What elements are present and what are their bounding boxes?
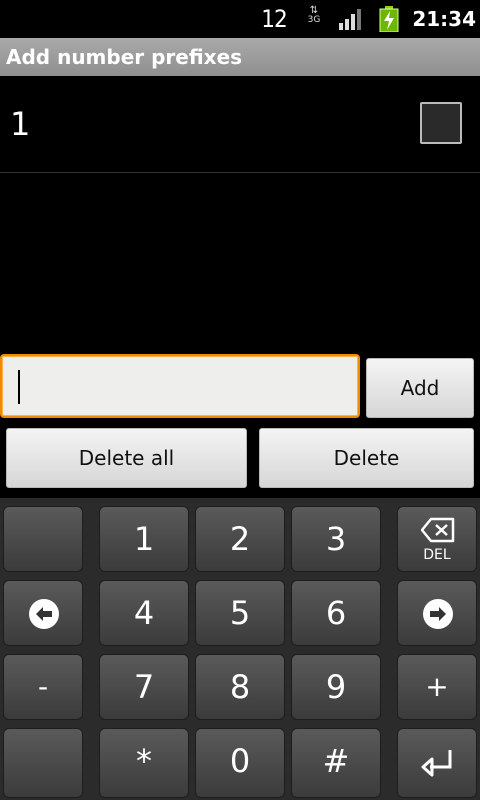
- key-label: 3: [325, 520, 347, 558]
- data-activity-icon: ⇅ 3G: [304, 6, 324, 32]
- key-0[interactable]: 0: [195, 728, 285, 798]
- left-arrow-icon: [29, 599, 59, 629]
- key-8[interactable]: 8: [195, 654, 285, 720]
- backspace-icon: [421, 517, 455, 543]
- cursor-left-key[interactable]: [3, 580, 83, 646]
- key-7[interactable]: 7: [99, 654, 189, 720]
- notification-count-badge: 12: [258, 6, 290, 32]
- key-3[interactable]: 3: [291, 506, 381, 572]
- list-item[interactable]: 1: [0, 76, 480, 173]
- key-label: 7: [133, 668, 155, 706]
- key-label: 4: [133, 594, 155, 632]
- key-label: 2: [229, 520, 251, 558]
- key-label: 9: [325, 668, 347, 706]
- key-1[interactable]: 1: [99, 506, 189, 572]
- page-title: Add number prefixes: [6, 45, 243, 69]
- status-bar: 12 ⇅ 3G 21:34: [0, 0, 480, 38]
- add-button[interactable]: Add: [366, 358, 474, 418]
- key-2[interactable]: 2: [195, 506, 285, 572]
- key-star[interactable]: *: [99, 728, 189, 798]
- delete-key-label: DEL: [423, 547, 451, 563]
- text-cursor: [18, 370, 20, 404]
- title-bar: Add number prefixes: [0, 38, 480, 76]
- prefix-list: 1: [0, 76, 480, 356]
- key-label: 1: [133, 520, 155, 558]
- key-label: #: [322, 742, 350, 780]
- enter-key[interactable]: [397, 728, 477, 798]
- right-arrow-icon: [423, 599, 453, 629]
- key-label: -: [37, 670, 49, 703]
- key-label: 8: [229, 668, 251, 706]
- status-time: 21:34: [412, 7, 476, 31]
- key-6[interactable]: 6: [291, 580, 381, 646]
- prefix-input-container[interactable]: [0, 354, 360, 418]
- key-label: +: [425, 670, 449, 703]
- key-5[interactable]: 5: [195, 580, 285, 646]
- key-label: *: [136, 742, 152, 780]
- delete-button[interactable]: Delete: [259, 428, 474, 488]
- delete-key[interactable]: DEL: [397, 506, 477, 572]
- numeric-keyboard: 1 2 3 DEL 4 5 6 - 7 8 9 + * 0 #: [0, 498, 480, 800]
- key-label: 5: [229, 594, 251, 632]
- cursor-right-key[interactable]: [397, 580, 477, 646]
- list-item-checkbox[interactable]: [420, 102, 462, 144]
- key-9[interactable]: 9: [291, 654, 381, 720]
- key-plus[interactable]: +: [397, 654, 477, 720]
- battery-charging-icon: [379, 6, 399, 32]
- enter-icon: [421, 750, 452, 777]
- list-item-label: 1: [10, 105, 31, 143]
- network-type-label: 3G: [307, 15, 321, 25]
- key-4[interactable]: 4: [99, 580, 189, 646]
- key-minus[interactable]: -: [3, 654, 83, 720]
- key-hash[interactable]: #: [291, 728, 381, 798]
- prefix-input[interactable]: [12, 364, 346, 410]
- key-label: 0: [229, 742, 251, 780]
- delete-all-button[interactable]: Delete all: [6, 428, 247, 488]
- blank-key[interactable]: [3, 728, 83, 798]
- signal-icon: [339, 9, 361, 30]
- key-label: 6: [325, 594, 347, 632]
- blank-key[interactable]: [3, 506, 83, 572]
